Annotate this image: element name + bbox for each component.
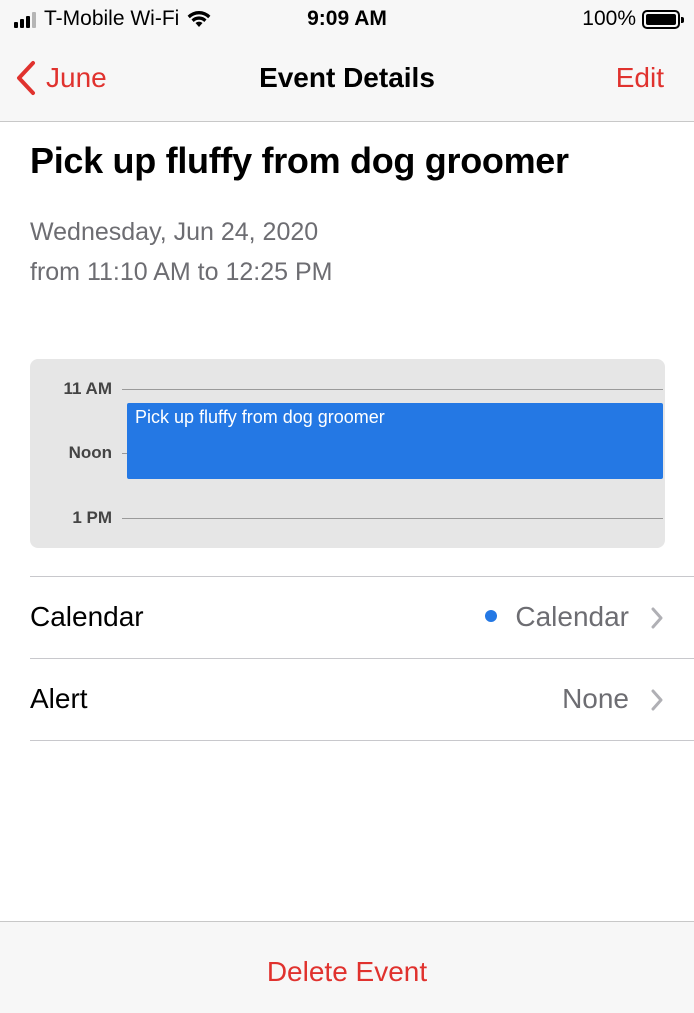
alert-row-label: Alert: [30, 683, 88, 714]
battery-percent: 100%: [582, 7, 636, 30]
event-date: Wednesday, Jun 24, 2020: [30, 218, 319, 246]
calendar-name: Calendar: [515, 601, 629, 632]
row-divider: [30, 740, 694, 741]
event-block-label: Pick up fluffy from dog groomer: [135, 407, 385, 427]
chevron-right-icon: [651, 607, 663, 629]
status-right: 100%: [582, 7, 684, 31]
calendar-row-value: Calendar: [485, 601, 629, 633]
event-time-range: from 11:10 AM to 12:25 PM: [30, 258, 333, 286]
alert-row[interactable]: Alert None: [30, 659, 694, 739]
event-title: Pick up fluffy from dog groomer: [30, 140, 569, 181]
page-title: Event Details: [259, 62, 435, 93]
delete-event-button[interactable]: Delete Event: [0, 956, 694, 988]
hour-divider: [122, 518, 663, 519]
hour-row-1pm: 1 PM: [30, 508, 665, 528]
battery-icon: [642, 9, 684, 29]
bottom-toolbar: Delete Event: [0, 921, 694, 1013]
alert-row-value: None: [562, 683, 629, 714]
hour-label: 11 AM: [63, 379, 112, 398]
hour-row-11am: 11 AM: [30, 379, 665, 399]
hour-label: Noon: [68, 443, 112, 462]
chevron-right-icon: [651, 689, 663, 711]
hour-label: 1 PM: [72, 508, 112, 527]
event-block[interactable]: Pick up fluffy from dog groomer: [127, 403, 663, 479]
calendar-row[interactable]: Calendar Calendar: [30, 577, 694, 657]
status-bar: T-Mobile Wi-Fi 9:09 AM 100%: [0, 0, 694, 38]
edit-button[interactable]: Edit: [616, 62, 664, 94]
calendar-color-dot: [485, 609, 498, 622]
hour-divider: [122, 389, 663, 390]
navigation-bar: June Event Details Edit: [0, 38, 694, 122]
day-preview: 11 AM Noon 1 PM Pick up fluffy from dog …: [30, 359, 665, 548]
calendar-row-label: Calendar: [30, 601, 144, 632]
